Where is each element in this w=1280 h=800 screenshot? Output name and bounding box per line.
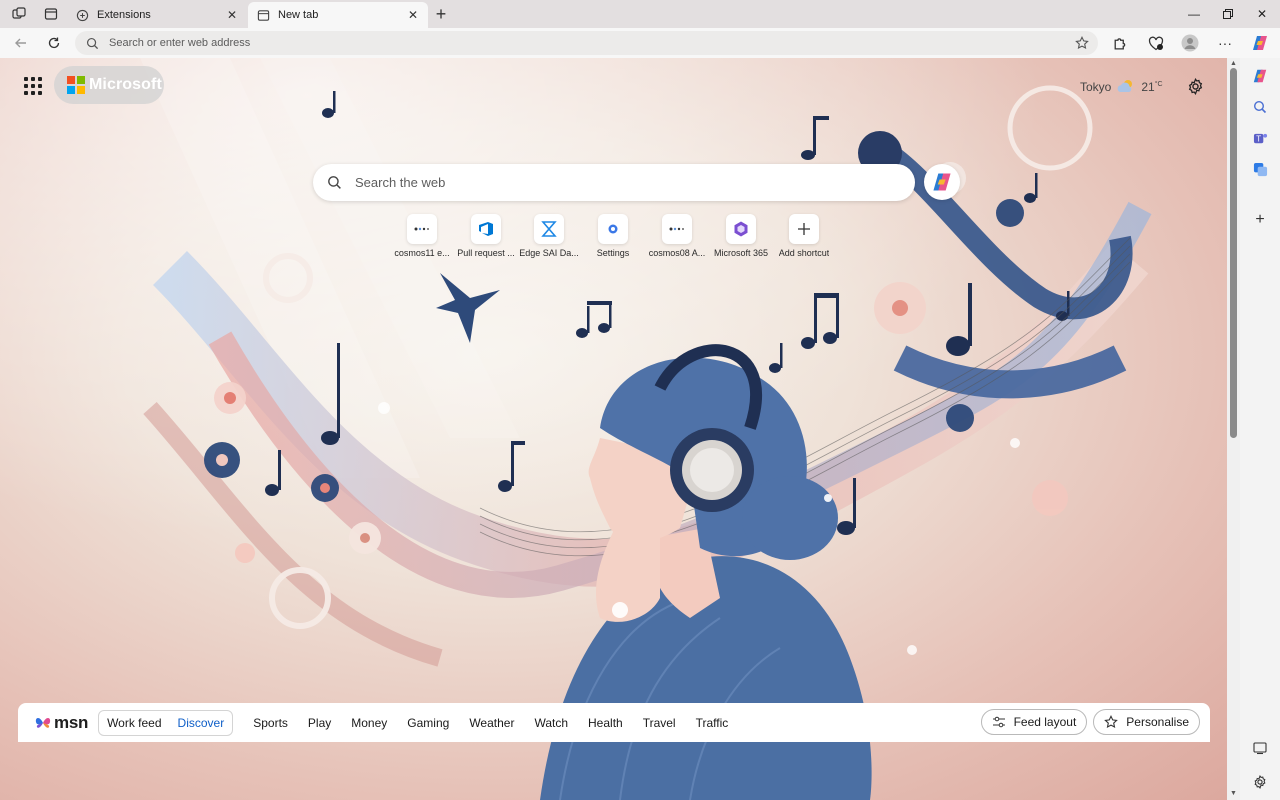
sidebar-copilot-icon[interactable] bbox=[1248, 64, 1272, 88]
workspaces-icon[interactable] bbox=[8, 4, 30, 24]
weather-temperature: 21°C bbox=[1141, 80, 1163, 94]
refresh-button[interactable] bbox=[41, 31, 67, 55]
nav-health[interactable]: Health bbox=[588, 716, 623, 730]
shortcut-settings[interactable]: Settings bbox=[581, 214, 645, 258]
copilot-icon bbox=[933, 173, 951, 191]
web-search-placeholder: Search the web bbox=[355, 175, 446, 190]
microsoft-logo-icon bbox=[67, 76, 85, 94]
tab-label: New tab bbox=[278, 9, 319, 21]
app-launcher-icon[interactable] bbox=[22, 75, 44, 97]
toolbar: Search or enter web address ··· bbox=[0, 28, 1280, 58]
sidebar-teams-icon[interactable]: T bbox=[1248, 126, 1272, 150]
sidebar-search-icon[interactable] bbox=[1248, 95, 1272, 119]
scroll-down-icon[interactable]: ▼ bbox=[1228, 789, 1239, 798]
nav-weather[interactable]: Weather bbox=[469, 716, 514, 730]
nav-travel[interactable]: Travel bbox=[643, 716, 676, 730]
add-shortcut-button[interactable]: Add shortcut bbox=[772, 214, 836, 258]
extensions-icon bbox=[75, 8, 89, 22]
shortcut-label: Settings bbox=[596, 248, 630, 258]
shortcut-label: Microsoft 365 bbox=[713, 248, 769, 258]
nav-traffic[interactable]: Traffic bbox=[696, 716, 729, 730]
feed-layout-label: Feed layout bbox=[1013, 715, 1077, 729]
page-settings-gear-icon[interactable] bbox=[1184, 75, 1206, 97]
personalise-button[interactable]: Personalise bbox=[1093, 709, 1200, 735]
scrollbar-thumb[interactable] bbox=[1230, 68, 1237, 438]
shortcut-cosmos08[interactable]: cosmos08 A... bbox=[645, 214, 709, 258]
extensions-button[interactable] bbox=[1106, 31, 1132, 55]
azure-devops-icon bbox=[471, 214, 501, 244]
shortcut-label: Add shortcut bbox=[778, 248, 830, 258]
edge-sidebar: T + bbox=[1240, 58, 1280, 800]
plus-icon bbox=[789, 214, 819, 244]
shortcut-label: Edge SAI Da... bbox=[519, 248, 579, 258]
sidebar-screenshot-icon[interactable] bbox=[1248, 736, 1272, 760]
dots-logo-icon bbox=[662, 214, 692, 244]
tab-new-tab[interactable]: New tab ✕ bbox=[248, 2, 428, 28]
sliders-icon bbox=[992, 716, 1005, 728]
address-bar[interactable]: Search or enter web address bbox=[75, 31, 1098, 55]
microsoft-wordmark: Microsoft bbox=[89, 76, 162, 93]
title-bar: Extensions ✕ New tab ✕ + — ✕ bbox=[0, 0, 1280, 28]
more-options-icon[interactable]: ··· bbox=[1212, 31, 1238, 55]
settings-dot-icon bbox=[598, 214, 628, 244]
microsoft-logo-button[interactable]: Microsoft bbox=[54, 66, 164, 104]
nav-sports[interactable]: Sports bbox=[253, 716, 288, 730]
nav-gaming[interactable]: Gaming bbox=[407, 716, 449, 730]
copilot-search-button[interactable] bbox=[924, 164, 960, 200]
web-search-box[interactable]: Search the web bbox=[313, 164, 915, 201]
hourglass-icon bbox=[534, 214, 564, 244]
partly-cloudy-icon bbox=[1116, 78, 1136, 97]
search-icon bbox=[75, 37, 109, 50]
tab-extensions[interactable]: Extensions ✕ bbox=[67, 2, 247, 28]
search-icon bbox=[313, 175, 355, 190]
m365-icon bbox=[726, 214, 756, 244]
shortcut-microsoft-365[interactable]: Microsoft 365 bbox=[709, 214, 773, 258]
back-button[interactable] bbox=[8, 31, 34, 55]
nav-play[interactable]: Play bbox=[308, 716, 331, 730]
vertical-tabs-icon[interactable] bbox=[40, 4, 62, 24]
tab-label: Extensions bbox=[97, 9, 151, 21]
favorite-star-icon[interactable] bbox=[1066, 36, 1098, 50]
new-tab-button[interactable]: + bbox=[430, 4, 452, 24]
feed-switcher: Work feed Discover bbox=[98, 709, 234, 736]
msn-logo[interactable]: msn bbox=[34, 713, 88, 733]
tab-work-feed[interactable]: Work feed bbox=[107, 716, 161, 730]
sidebar-translate-icon[interactable] bbox=[1248, 157, 1272, 181]
copilot-icon[interactable] bbox=[1247, 31, 1273, 55]
address-placeholder: Search or enter web address bbox=[109, 37, 251, 49]
shortcut-label: cosmos11 e... bbox=[394, 248, 450, 258]
weather-city: Tokyo bbox=[1080, 80, 1112, 94]
sidebar-add-icon[interactable]: + bbox=[1248, 208, 1272, 232]
nav-watch[interactable]: Watch bbox=[534, 716, 568, 730]
close-window-button[interactable]: ✕ bbox=[1245, 0, 1279, 28]
shortcut-label: Pull request ... bbox=[457, 248, 515, 258]
shortcut-pull-request[interactable]: Pull request ... bbox=[454, 214, 518, 258]
dots-logo-icon bbox=[407, 214, 437, 244]
minimize-button[interactable]: — bbox=[1177, 0, 1211, 28]
close-tab-icon[interactable]: ✕ bbox=[225, 8, 239, 22]
tab-discover[interactable]: Discover bbox=[178, 716, 225, 730]
feed-layout-button[interactable]: Feed layout bbox=[980, 709, 1088, 735]
shortcut-label: cosmos08 A... bbox=[648, 248, 706, 258]
vertical-scrollbar[interactable]: ▲ ▼ bbox=[1227, 58, 1240, 800]
weather-widget[interactable]: Tokyo 21°C bbox=[1080, 77, 1163, 97]
shortcut-edge-sai[interactable]: Edge SAI Da... bbox=[517, 214, 581, 258]
shortcut-cosmos11[interactable]: cosmos11 e... bbox=[390, 214, 454, 258]
close-tab-icon[interactable]: ✕ bbox=[406, 8, 420, 22]
new-tab-page: Microsoft Tokyo 21°C Search the web cosm… bbox=[0, 58, 1227, 800]
new-tab-icon bbox=[256, 8, 270, 22]
sidebar-settings-icon[interactable] bbox=[1248, 770, 1272, 794]
restore-button[interactable] bbox=[1211, 0, 1245, 28]
svg-text:T: T bbox=[1255, 134, 1261, 143]
nav-money[interactable]: Money bbox=[351, 716, 387, 730]
sparkle-star-icon bbox=[1104, 715, 1119, 729]
personalise-label: Personalise bbox=[1126, 715, 1189, 729]
profile-avatar[interactable] bbox=[1177, 31, 1203, 55]
browser-essentials-icon[interactable] bbox=[1143, 31, 1169, 55]
msn-butterfly-icon bbox=[35, 717, 51, 728]
msn-wordmark: msn bbox=[54, 712, 89, 732]
msn-feed-bar: msn Work feed Discover Sports Play Money… bbox=[18, 703, 1210, 742]
scroll-up-icon[interactable]: ▲ bbox=[1228, 59, 1239, 68]
